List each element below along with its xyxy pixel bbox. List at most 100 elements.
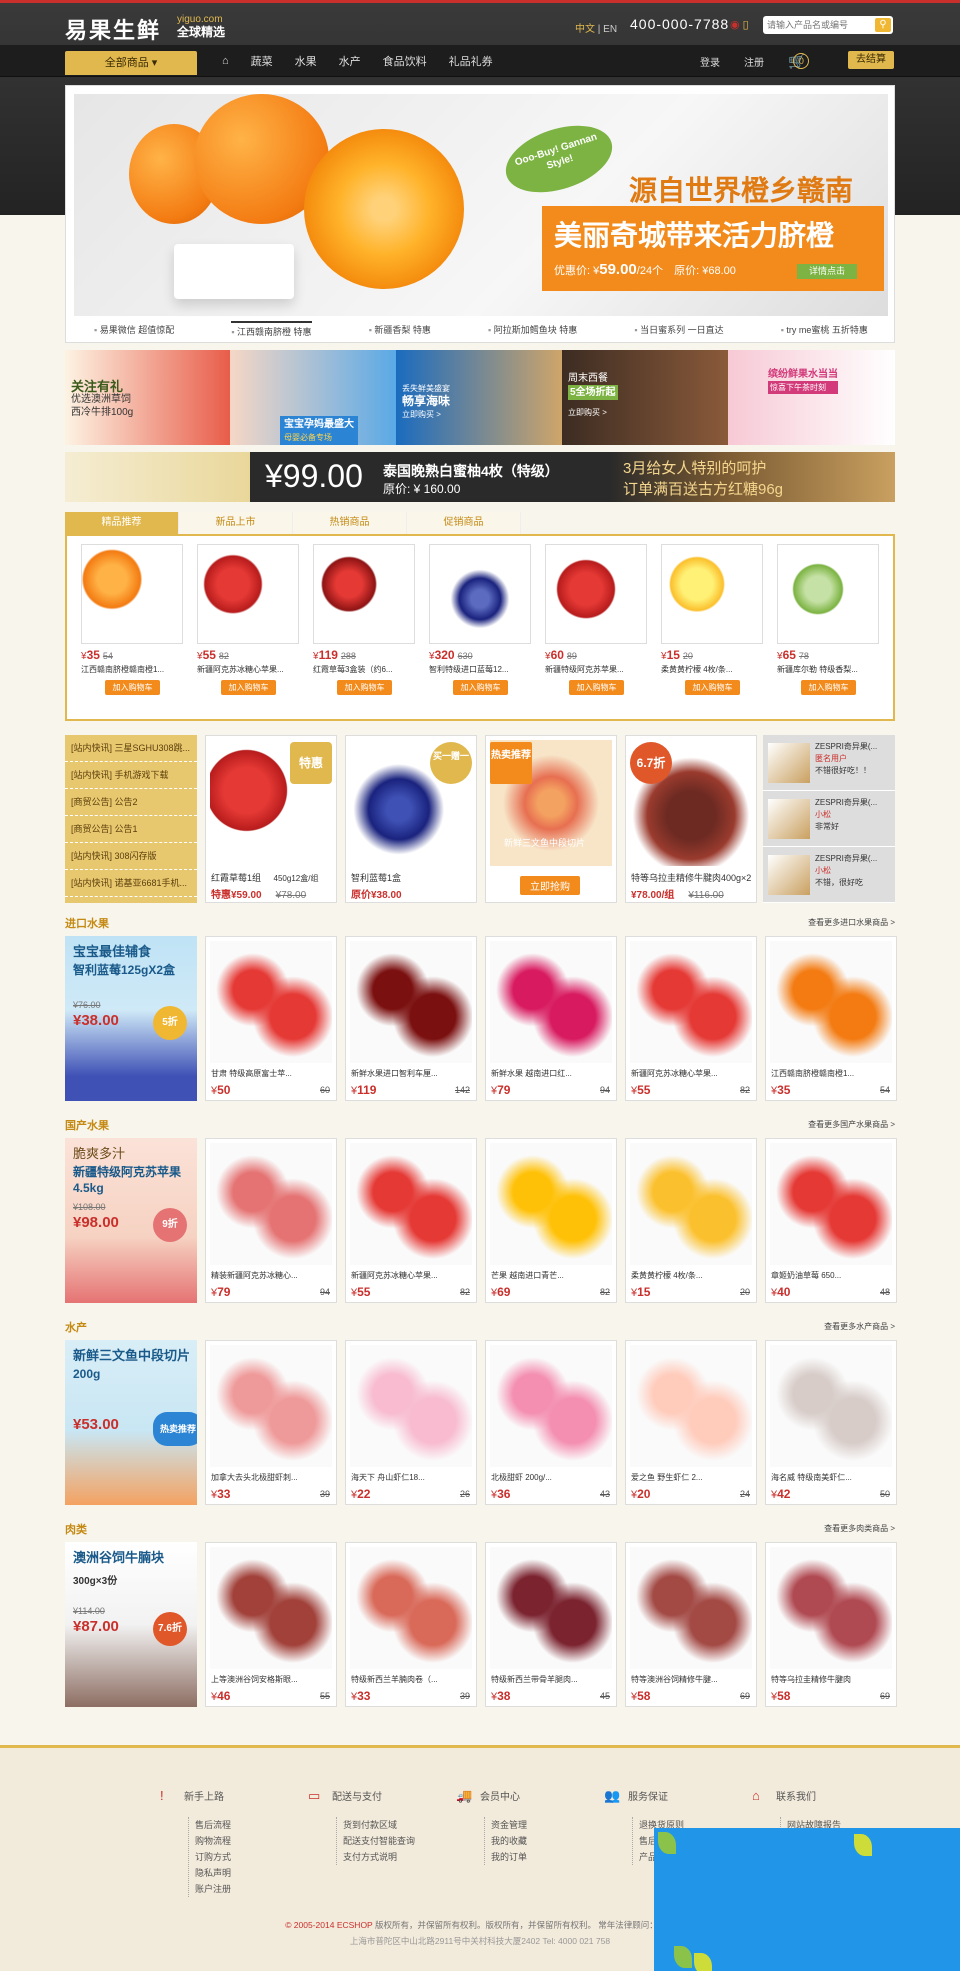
product-name[interactable]: 红霞草莓3盒装（约6...: [313, 664, 415, 675]
section-banner[interactable]: 脆爽多汁 新疆特级阿克苏苹果4.5kg ¥108.00 ¥98.00 9折: [65, 1138, 197, 1303]
product-card[interactable]: 海名威 特级南美虾仁... ¥42 50: [765, 1340, 897, 1505]
product-image[interactable]: [81, 544, 183, 644]
section-more-link[interactable]: 查看更多国产水果商品 >: [808, 1119, 895, 1130]
section-title[interactable]: 进口水果: [65, 918, 109, 930]
banner-tab[interactable]: try me蜜桃 五折特惠: [781, 323, 868, 336]
product-image[interactable]: [770, 1547, 892, 1669]
product-image[interactable]: [490, 1143, 612, 1265]
product-image[interactable]: [661, 544, 763, 644]
feature-cta-label[interactable]: 立即抢购: [530, 882, 570, 893]
product-name[interactable]: 爱之鱼 野生虾仁 2...: [631, 1472, 753, 1483]
product-card[interactable]: 北极甜虾 200g/... ¥36 43: [485, 1340, 617, 1505]
product-name[interactable]: 特级新西兰带骨羊腿肉...: [491, 1674, 613, 1685]
recommend-item[interactable]: ¥15 20 柔黄黄柠檬 4枚/条... 加入购物车: [655, 544, 771, 695]
tab-recommended[interactable]: 精品推荐: [65, 512, 179, 534]
add-to-cart-button[interactable]: 加入购物车: [221, 680, 276, 695]
promo-steak[interactable]: 关注有礼 优选澳洲草饲 西冷牛排100g: [65, 350, 230, 445]
recommend-item[interactable]: ¥119 288 红霞草莓3盒装（约6... 加入购物车: [307, 544, 423, 695]
add-to-cart-button[interactable]: 加入购物车: [685, 680, 740, 695]
news-item[interactable]: [站内快讯] 手机游戏下载: [65, 762, 197, 789]
featured-strawberry[interactable]: 特惠 红霞草莓1组 450g12盒/组 特惠¥59.00 ¥78.00: [205, 735, 337, 903]
banner-tab[interactable]: 当日蜜系列 一日直达: [634, 323, 724, 336]
product-image[interactable]: [197, 544, 299, 644]
product-image[interactable]: [350, 1547, 472, 1669]
hero-image[interactable]: Ooo-Buy! Gannan Style! 源自世界橙乡赣南 美丽奇城带来活力…: [74, 94, 888, 316]
product-image[interactable]: [770, 1345, 892, 1467]
product-card[interactable]: 特级新西兰羊腩肉卷（... ¥33 39: [345, 1542, 477, 1707]
product-image[interactable]: [630, 1143, 752, 1265]
section-title[interactable]: 肉类: [65, 1524, 87, 1536]
tab-hot[interactable]: 热销商品: [293, 512, 407, 534]
promo-western[interactable]: 周末西餐 5全场折起 立即购买 >: [562, 350, 728, 445]
search-input[interactable]: [763, 16, 873, 34]
promo-seafood[interactable]: 丢失鲜美盛宴 畅享海味 立即购买 >: [396, 350, 562, 445]
product-card[interactable]: 特等澳洲谷饲精修牛腱... ¥58 69: [625, 1542, 757, 1707]
footer-link[interactable]: 货到付款区域: [343, 1817, 456, 1833]
product-card[interactable]: 芒果 越南进口青芒... ¥69 82: [485, 1138, 617, 1303]
product-card[interactable]: 精装新疆阿克苏冰糖心... ¥79 94: [205, 1138, 337, 1303]
product-image[interactable]: [429, 544, 531, 644]
copyright-brand[interactable]: © 2005-2014 ECSHOP: [285, 1920, 372, 1930]
product-image[interactable]: [490, 941, 612, 1063]
section-more-link[interactable]: 查看更多水产商品 >: [824, 1321, 895, 1332]
product-name[interactable]: 海名威 特级南美虾仁...: [771, 1472, 893, 1483]
footer-link[interactable]: 售后流程: [195, 1817, 308, 1833]
product-image[interactable]: [545, 544, 647, 644]
product-image[interactable]: [770, 941, 892, 1063]
footer-link[interactable]: 我的收藏: [491, 1833, 604, 1849]
recommend-item[interactable]: ¥60 89 新疆特级阿克苏苹果... 加入购物车: [539, 544, 655, 695]
news-item[interactable]: [站内快讯] 三星SGHU308跳...: [65, 735, 197, 762]
news-item[interactable]: [站内快讯] 308闪存版: [65, 843, 197, 870]
news-item[interactable]: [商贸公告] 公告1: [65, 816, 197, 843]
product-name[interactable]: 江西赣南脐橙赣南橙1...: [81, 664, 183, 675]
promo-fruit-tea[interactable]: 缤纷鲜果水当当 惊喜下午茶时刻: [728, 350, 895, 445]
product-image[interactable]: [210, 941, 332, 1063]
featured-salmon[interactable]: 热卖推荐 新鲜三文鱼中段切片 立即抢购: [485, 735, 617, 903]
pomelo-promo-strip[interactable]: ¥99.00 泰国晚熟白蜜柚4枚（特级） 原价: ¥ 160.00 3月给女人特…: [65, 452, 895, 502]
product-name[interactable]: 新鲜水果 越南进口红...: [491, 1068, 613, 1079]
floating-popup[interactable]: [654, 1828, 960, 1971]
lang-en[interactable]: EN: [603, 24, 617, 35]
banner-tab[interactable]: 新疆香梨 特惠: [369, 323, 431, 336]
product-name[interactable]: 章姬奶油草莓 650...: [771, 1270, 893, 1281]
mobile-icon[interactable]: ▯: [743, 19, 749, 31]
section-banner[interactable]: 宝宝最佳辅食 智利蓝莓125gX2盒 ¥76.00 ¥38.00 5折: [65, 936, 197, 1101]
product-image[interactable]: [350, 1143, 472, 1265]
home-icon[interactable]: ⌂: [222, 55, 229, 67]
product-name[interactable]: 柔黄黄柠檬 4枚/条...: [631, 1270, 753, 1281]
product-card[interactable]: 江西赣南脐橙赣南橙1... ¥35 54: [765, 936, 897, 1101]
nav-item-gifts[interactable]: 礼品礼券: [449, 53, 493, 69]
product-name[interactable]: 海天下 舟山虾仁18...: [351, 1472, 473, 1483]
banner-tab[interactable]: 阿拉斯加鳕鱼块 特惠: [488, 323, 578, 336]
product-card[interactable]: 特级新西兰带骨羊腿肉... ¥38 45: [485, 1542, 617, 1707]
product-image[interactable]: [630, 941, 752, 1063]
product-name[interactable]: 新疆库尔勒 特级香梨...: [777, 664, 879, 675]
section-more-link[interactable]: 查看更多进口水果商品 >: [808, 917, 895, 928]
product-image[interactable]: [210, 1143, 332, 1265]
add-to-cart-button[interactable]: 加入购物车: [569, 680, 624, 695]
product-name[interactable]: 柔黄黄柠檬 4枚/条...: [661, 664, 763, 675]
product-image[interactable]: [630, 1345, 752, 1467]
logo[interactable]: 易果生鲜: [65, 13, 161, 45]
recommend-item[interactable]: ¥65 78 新疆库尔勒 特级香梨... 加入购物车: [771, 544, 887, 695]
add-to-cart-button[interactable]: 加入购物车: [337, 680, 392, 695]
footer-link[interactable]: 资金管理: [491, 1817, 604, 1833]
product-card[interactable]: 新鲜水果 越南进口红... ¥79 94: [485, 936, 617, 1101]
product-name[interactable]: 特等乌拉圭精修牛腱肉: [771, 1674, 893, 1685]
lang-cn[interactable]: 中文: [575, 24, 595, 35]
promo-baby[interactable]: 宝宝孕妈最盛大 母婴必备专场: [230, 350, 396, 445]
footer-link[interactable]: 隐私声明: [195, 1865, 308, 1881]
product-image[interactable]: [770, 1143, 892, 1265]
product-name[interactable]: 精装新疆阿克苏冰糖心...: [211, 1270, 333, 1281]
product-name[interactable]: 北极甜虾 200g/...: [491, 1472, 613, 1483]
nav-item-food-drinks[interactable]: 食品饮料: [383, 53, 427, 69]
register-link[interactable]: 注册: [744, 54, 764, 69]
footer-link[interactable]: 账户注册: [195, 1881, 308, 1897]
section-title[interactable]: 水产: [65, 1322, 87, 1334]
footer-link[interactable]: 支付方式说明: [343, 1849, 456, 1865]
recommend-item[interactable]: ¥55 82 新疆阿克苏冰糖心苹果... 加入购物车: [191, 544, 307, 695]
product-name[interactable]: 芒果 越南进口青芒...: [491, 1270, 613, 1281]
add-to-cart-button[interactable]: 加入购物车: [453, 680, 508, 695]
banner-tab[interactable]: 易果微信 超值惊配: [94, 323, 175, 336]
comment-item[interactable]: ZESPRI奇异果(... 匿名用户 不错很好吃！！: [763, 735, 895, 791]
